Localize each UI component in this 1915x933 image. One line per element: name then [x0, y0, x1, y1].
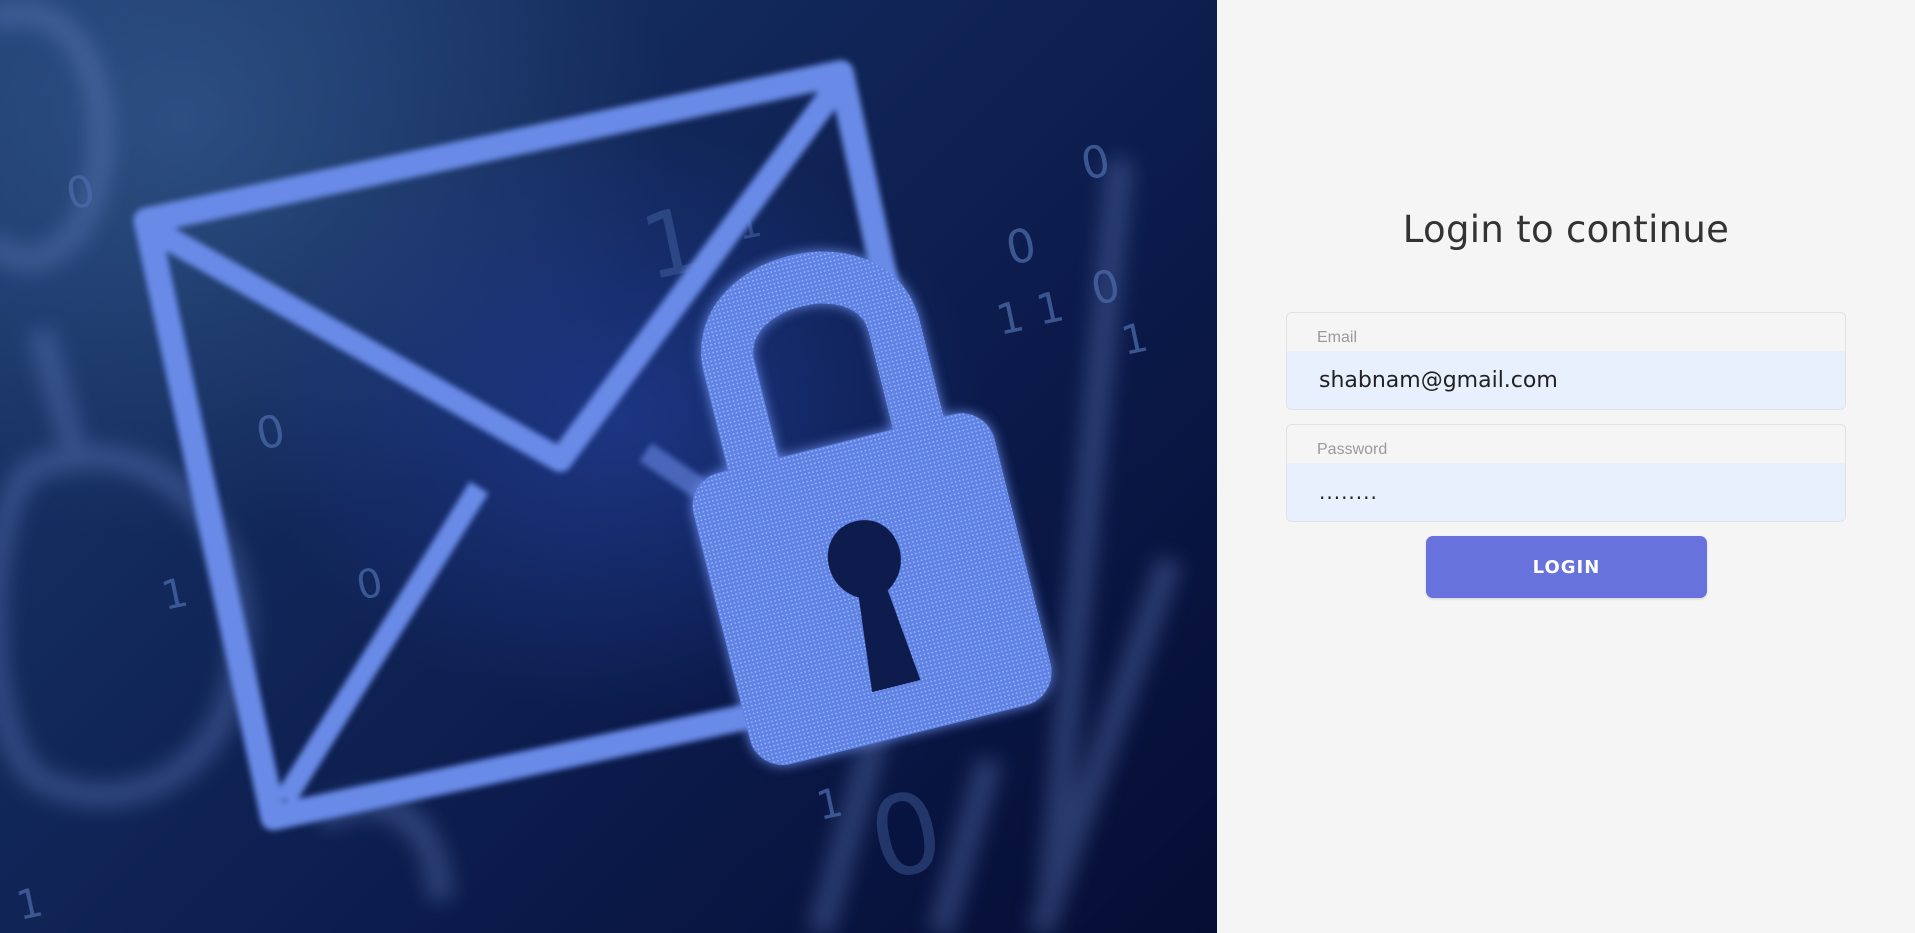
- svg-text:1: 1: [158, 569, 192, 619]
- svg-text:0: 0: [353, 559, 387, 609]
- login-button[interactable]: LOGIN: [1426, 536, 1707, 598]
- email-label: Email: [1317, 329, 1358, 346]
- svg-text:0: 0: [252, 405, 290, 461]
- svg-text:1: 1: [1032, 281, 1068, 334]
- password-input[interactable]: [1287, 463, 1845, 521]
- svg-text:0: 0: [1077, 135, 1115, 191]
- login-page: 1 1 0 0 1 1 0 1 0 0 1 0 1 0 1 Login to c…: [0, 0, 1915, 933]
- svg-text:1: 1: [813, 779, 847, 829]
- login-panel: Login to continue Email Password LOGIN: [1217, 0, 1915, 933]
- svg-text:0: 0: [859, 766, 954, 906]
- svg-text:1: 1: [1118, 314, 1152, 364]
- svg-text:1: 1: [992, 291, 1028, 344]
- svg-text:1: 1: [13, 879, 47, 929]
- hero-image: 1 1 0 0 1 1 0 1 0 0 1 0 1 0 1: [0, 0, 1217, 933]
- login-title: Login to continue: [1402, 208, 1730, 251]
- password-label: Password: [1317, 441, 1388, 458]
- svg-text:0: 0: [1001, 217, 1041, 276]
- password-field: Password: [1286, 424, 1846, 522]
- email-field: Email: [1286, 312, 1846, 410]
- email-input[interactable]: [1287, 351, 1845, 409]
- hero-illustration: 1 1 0 0 1 1 0 1 0 0 1 0 1 0 1: [0, 0, 1183, 933]
